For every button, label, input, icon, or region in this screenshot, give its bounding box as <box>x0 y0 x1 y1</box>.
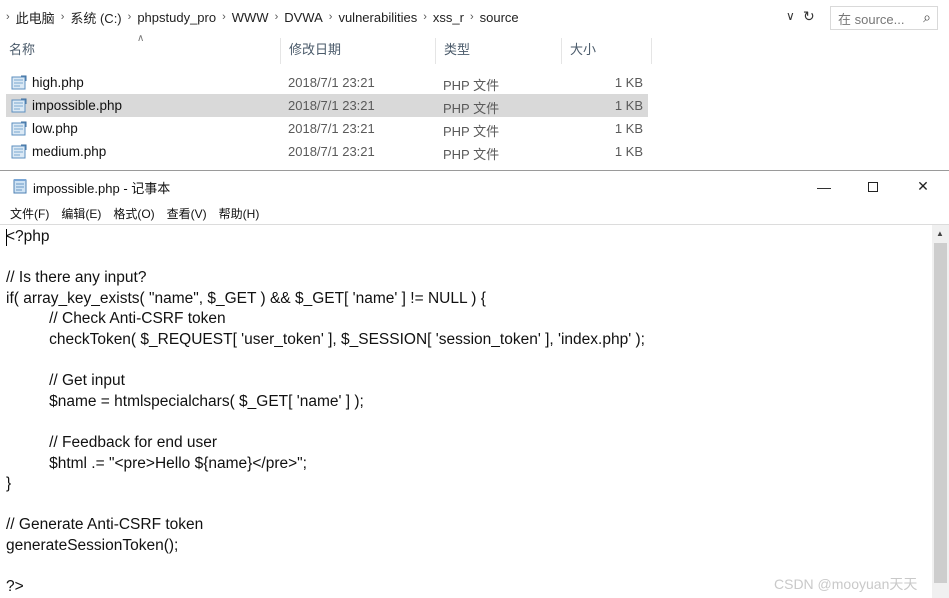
file-name: impossible.php <box>32 98 123 113</box>
maximize-icon <box>868 181 878 192</box>
php-file-icon <box>11 75 27 90</box>
breadcrumb-item[interactable]: xss_r <box>433 10 464 25</box>
code-line: } <box>6 475 12 493</box>
notepad-icon <box>13 179 27 194</box>
breadcrumb-item[interactable]: WWW <box>232 10 269 25</box>
vertical-scrollbar[interactable]: ▲ <box>932 225 949 598</box>
code-content: <?php // Is there any input? if( array_key… <box>6 227 645 598</box>
breadcrumb-separator-icon: › <box>127 11 132 23</box>
php-file-icon <box>11 121 27 136</box>
file-size: 1 KB <box>614 144 643 159</box>
file-date: 2018/7/1 23:21 <box>288 75 375 90</box>
code-line: // Get input <box>6 372 125 390</box>
php-file-icon <box>11 98 27 113</box>
search-placeholder: 在 source... <box>838 11 905 27</box>
file-size: 1 KB <box>614 98 643 113</box>
php-file-icon <box>11 144 27 159</box>
code-line: $name = htmlspecialchars( $_GET[ 'name' … <box>6 392 364 410</box>
code-line: ?> <box>6 578 24 596</box>
file-name: low.php <box>32 121 78 136</box>
breadcrumb-item[interactable]: DVWA <box>284 10 323 25</box>
file-row[interactable]: medium.php 2018/7/1 23:21 PHP 文件 1 KB <box>6 140 648 163</box>
file-date: 2018/7/1 23:21 <box>288 98 375 113</box>
menu-file[interactable]: 文件(F) <box>10 205 49 222</box>
breadcrumb-item[interactable]: vulnerabilities <box>338 10 417 25</box>
text-editor[interactable]: <?php // Is there any input? if( array_key… <box>0 224 949 598</box>
menu-edit[interactable]: 编辑(E) <box>61 205 101 222</box>
watermark: CSDN @mooyuan天天 <box>774 576 918 592</box>
file-row-selected[interactable]: impossible.php 2018/7/1 23:21 PHP 文件 1 K… <box>6 94 648 117</box>
code-line: checkToken( $_REQUEST[ 'user_token' ], $… <box>6 330 645 348</box>
minimize-icon: — <box>817 178 831 195</box>
search-icon: ⌕ <box>923 9 931 25</box>
breadcrumb-item[interactable]: source <box>480 10 519 25</box>
breadcrumb[interactable]: › 此电脑 › 系统 (C:) › phpstudy_pro › WWW › DVWA ›… <box>0 4 820 30</box>
breadcrumb-separator-icon: › <box>328 11 333 23</box>
code-line: <?php <box>6 228 50 245</box>
code-line: // Is there any input? <box>6 269 147 287</box>
file-name: high.php <box>32 75 84 90</box>
file-type: PHP 文件 <box>443 101 500 116</box>
address-row: › 此电脑 › 系统 (C:) › phpstudy_pro › WWW › DVWA ›… <box>0 4 949 30</box>
close-icon: ✕ <box>917 178 929 194</box>
breadcrumb-separator-icon: › <box>423 11 427 23</box>
file-date: 2018/7/1 23:21 <box>288 121 375 136</box>
column-header-size[interactable]: 大小 <box>561 36 651 64</box>
title-bar[interactable]: impossible.php - 记事本 — ✕ <box>0 171 949 202</box>
column-header-name[interactable]: 名称 <box>0 36 280 64</box>
menu-help[interactable]: 帮助(H) <box>219 205 260 222</box>
breadcrumb-separator-icon: › <box>274 11 279 23</box>
scroll-up-icon[interactable]: ▲ <box>936 229 944 238</box>
file-row[interactable]: low.php 2018/7/1 23:21 PHP 文件 1 KB <box>6 117 648 140</box>
refresh-icon[interactable]: ↻ <box>803 8 815 25</box>
breadcrumb-item[interactable]: 系统 (C:) <box>70 8 121 27</box>
column-header-row: ∧ 名称 修改日期 类型 大小 <box>0 33 949 64</box>
breadcrumb-separator-icon: › <box>222 11 226 23</box>
file-row[interactable]: high.php 2018/7/1 23:21 PHP 文件 1 KB <box>6 71 648 94</box>
code-line: // Feedback for end user <box>6 433 218 451</box>
file-size: 1 KB <box>614 121 643 136</box>
file-name: medium.php <box>32 144 107 159</box>
menu-view[interactable]: 查看(V) <box>167 205 207 222</box>
code-line: // Generate Anti-CSRF token <box>6 516 204 534</box>
code-line: $html .= "<pre>Hello ${name}</pre>"; <box>6 454 307 472</box>
code-line: generateSessionToken(); <box>6 536 179 554</box>
maximize-button[interactable] <box>850 171 896 202</box>
breadcrumb-item[interactable]: 此电脑 <box>16 8 55 27</box>
scrollbar-thumb[interactable] <box>934 243 947 583</box>
code-line: // Check Anti-CSRF token <box>6 310 226 328</box>
column-header-type[interactable]: 类型 <box>435 36 561 64</box>
breadcrumb-separator-icon: › <box>469 11 474 23</box>
file-explorer: › 此电脑 › 系统 (C:) › phpstudy_pro › WWW › DVWA ›… <box>0 0 949 170</box>
search-input[interactable]: 在 source... ⌕ <box>830 6 938 30</box>
close-button[interactable]: ✕ <box>900 171 946 202</box>
file-type: PHP 文件 <box>443 124 500 139</box>
code-line: if( array_key_exists( "name", $_GET ) &&… <box>6 289 486 307</box>
breadcrumb-separator-icon: › <box>6 11 10 23</box>
file-date: 2018/7/1 23:21 <box>288 144 375 159</box>
window-title: impossible.php - 记事本 <box>33 181 171 196</box>
breadcrumb-separator-icon: › <box>60 11 65 23</box>
column-header-date[interactable]: 修改日期 <box>280 36 435 64</box>
file-type: PHP 文件 <box>443 147 500 162</box>
file-type: PHP 文件 <box>443 78 500 93</box>
menu-format[interactable]: 格式(O) <box>113 205 154 222</box>
minimize-button[interactable]: — <box>801 171 847 202</box>
menu-bar: 文件(F) 编辑(E) 格式(O) 查看(V) 帮助(H) <box>0 202 949 224</box>
notepad-window: impossible.php - 记事本 — ✕ 文件(F) 编辑(E) 格式(… <box>0 170 949 598</box>
column-divider[interactable] <box>651 38 652 64</box>
file-size: 1 KB <box>614 75 643 90</box>
chevron-down-icon[interactable]: ∨ <box>786 9 795 23</box>
breadcrumb-item[interactable]: phpstudy_pro <box>137 10 216 25</box>
